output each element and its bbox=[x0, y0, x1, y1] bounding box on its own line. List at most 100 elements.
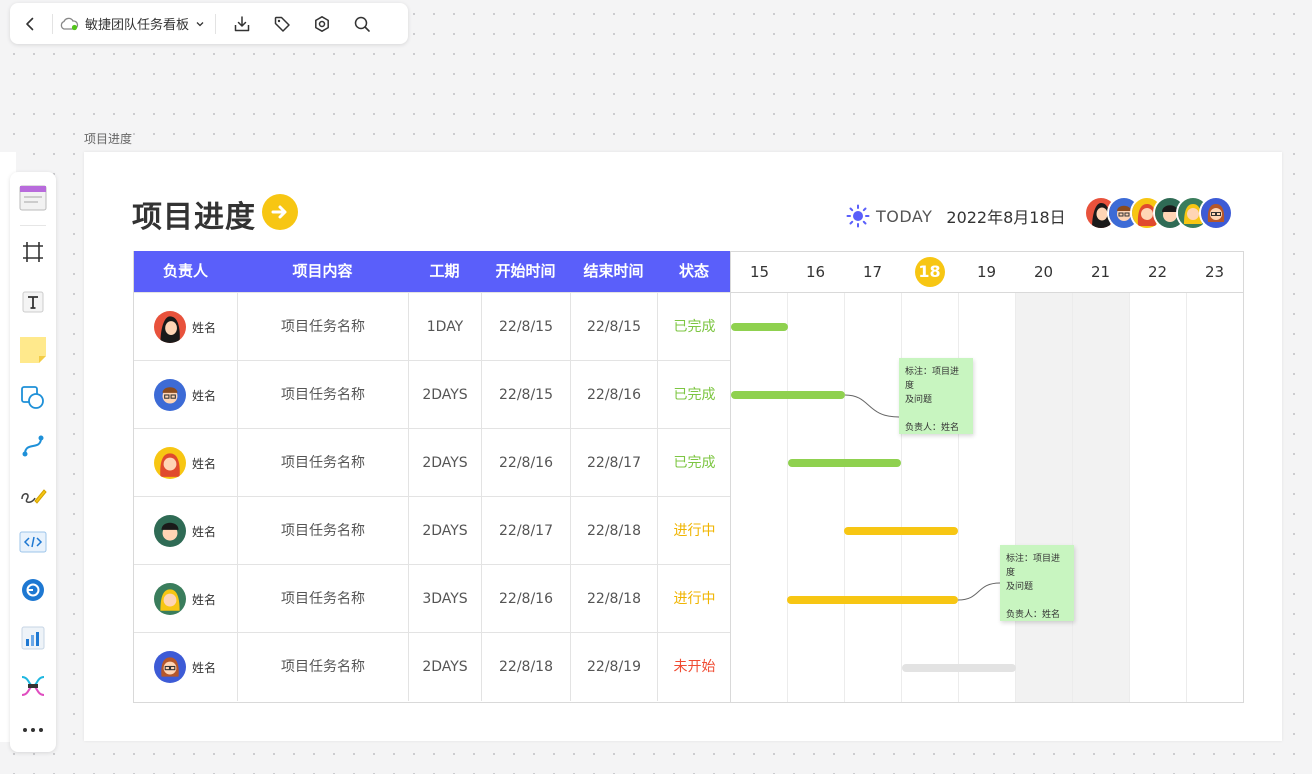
text-icon bbox=[22, 291, 44, 313]
avatar bbox=[154, 515, 186, 547]
duration: 2DAYS bbox=[408, 361, 481, 429]
cloud-sync-icon bbox=[60, 17, 79, 30]
owner-name: 姓名 bbox=[192, 320, 217, 335]
end-date: 22/8/17 bbox=[570, 429, 657, 497]
chart-tool[interactable] bbox=[10, 618, 56, 658]
avatar bbox=[154, 379, 186, 411]
note-text: 标注：项目进度 bbox=[1006, 554, 1061, 578]
task-name: 项目任务名称 bbox=[237, 361, 408, 429]
duration: 3DAYS bbox=[408, 565, 481, 633]
diagram-tool[interactable] bbox=[10, 666, 56, 706]
end-date: 22/8/15 bbox=[570, 293, 657, 361]
owner-name: 姓名 bbox=[192, 660, 217, 675]
diagram-icon bbox=[21, 676, 45, 696]
duration: 2DAYS bbox=[408, 497, 481, 565]
task-name: 项目任务名称 bbox=[237, 497, 408, 565]
export-button[interactable] bbox=[222, 3, 262, 44]
avatar bbox=[1199, 196, 1233, 230]
column-header: 开始时间 bbox=[495, 262, 556, 280]
column-header: 工期 bbox=[429, 262, 460, 280]
back-icon bbox=[26, 17, 34, 30]
note-text: 及问题 bbox=[1006, 582, 1034, 592]
sticky-note[interactable]: 标注：项目进度 及问题 负责人：姓名 bbox=[899, 358, 973, 434]
sun-icon bbox=[846, 204, 870, 228]
status: 已完成 bbox=[657, 293, 731, 361]
page-title: 项目进度 bbox=[132, 200, 256, 235]
owner-name: 姓名 bbox=[192, 592, 217, 607]
owner-cell: 姓名 bbox=[134, 429, 237, 497]
settings-button[interactable] bbox=[302, 3, 342, 44]
note-owner: 负责人：姓名 bbox=[1006, 610, 1061, 620]
tag-icon bbox=[274, 16, 290, 32]
avatar bbox=[154, 447, 186, 479]
table-row[interactable]: 姓名 项目任务名称 1DAY 22/8/15 22/8/15 已完成 bbox=[134, 292, 731, 361]
template-tool[interactable] bbox=[10, 178, 56, 218]
connector-icon bbox=[22, 435, 44, 457]
avatar bbox=[154, 311, 186, 343]
tag-button[interactable] bbox=[262, 3, 302, 44]
left-toolbar bbox=[10, 172, 56, 752]
embed-tool[interactable] bbox=[10, 522, 56, 562]
owner-name: 姓名 bbox=[192, 388, 217, 403]
column-header: 项目内容 bbox=[292, 262, 353, 280]
end-date: 22/8/18 bbox=[570, 565, 657, 633]
frame-label[interactable]: 项目进度 bbox=[84, 130, 132, 147]
top-toolbar: 敏捷团队任务看板 bbox=[10, 3, 408, 44]
owner-cell: 姓名 bbox=[134, 293, 237, 361]
text-tool[interactable] bbox=[10, 282, 56, 322]
board-title-dropdown[interactable]: 敏捷团队任务看板 bbox=[59, 14, 213, 33]
sticky-note-icon bbox=[20, 337, 46, 363]
search-button[interactable] bbox=[342, 3, 382, 44]
shape-tool[interactable] bbox=[10, 378, 56, 418]
note-text: 标注：项目进度 bbox=[905, 367, 960, 391]
sticky-note-tool[interactable] bbox=[10, 330, 56, 370]
note-owner: 负责人：姓名 bbox=[905, 423, 960, 433]
owner-cell: 姓名 bbox=[134, 565, 237, 633]
status: 进行中 bbox=[657, 565, 731, 633]
table-row[interactable]: 姓名 项目任务名称 2DAYS 22/8/17 22/8/18 进行中 bbox=[134, 496, 731, 565]
status: 已完成 bbox=[657, 361, 731, 429]
today-label: TODAY bbox=[876, 206, 933, 226]
mindmap-tool[interactable] bbox=[10, 570, 56, 610]
note-text: 及问题 bbox=[905, 395, 933, 405]
more-tools-button[interactable] bbox=[10, 710, 56, 750]
board-title: 敏捷团队任务看板 bbox=[85, 18, 190, 33]
end-date: 22/8/19 bbox=[570, 633, 657, 701]
task-name: 项目任务名称 bbox=[237, 633, 408, 701]
sticky-note[interactable]: 标注：项目进度 及问题 负责人：姓名 bbox=[1000, 545, 1074, 621]
task-name: 项目任务名称 bbox=[237, 429, 408, 497]
owner-cell: 姓名 bbox=[134, 633, 237, 701]
today-indicator: TODAY 2022年8月18日 bbox=[846, 204, 1066, 228]
back-button[interactable] bbox=[10, 3, 50, 44]
table-header: 负责人 项目内容 工期 开始时间 结束时间 状态 bbox=[134, 251, 731, 292]
table-row[interactable]: 姓名 项目任务名称 3DAYS 22/8/16 22/8/18 进行中 bbox=[134, 564, 731, 633]
avatar bbox=[154, 651, 186, 683]
frame-tool[interactable] bbox=[10, 232, 56, 272]
note-connectors bbox=[844, 394, 1001, 601]
mindmap-icon bbox=[22, 579, 44, 601]
today-date: 2022年8月18日 bbox=[946, 208, 1066, 227]
table-row[interactable]: 姓名 项目任务名称 2DAYS 22/8/15 22/8/16 已完成 bbox=[134, 360, 731, 429]
status: 已完成 bbox=[657, 429, 731, 497]
pen-tool[interactable] bbox=[10, 474, 56, 514]
chevron-down-icon bbox=[196, 21, 204, 26]
pen-icon bbox=[21, 489, 47, 504]
toolbar-divider bbox=[215, 13, 217, 34]
table-row[interactable]: 姓名 项目任务名称 2DAYS 22/8/18 22/8/19 未开始 bbox=[134, 632, 731, 702]
owner-cell: 姓名 bbox=[134, 361, 237, 429]
start-date: 22/8/15 bbox=[481, 361, 570, 429]
template-icon bbox=[19, 185, 47, 211]
settings-icon bbox=[315, 15, 329, 32]
end-date: 22/8/18 bbox=[570, 497, 657, 565]
start-date: 22/8/16 bbox=[481, 565, 570, 633]
status: 进行中 bbox=[657, 497, 731, 565]
start-date: 22/8/16 bbox=[481, 429, 570, 497]
connector-tool[interactable] bbox=[10, 426, 56, 466]
start-date: 22/8/18 bbox=[481, 633, 570, 701]
task-name: 项目任务名称 bbox=[237, 565, 408, 633]
owner-name: 姓名 bbox=[192, 456, 217, 471]
task-name: 项目任务名称 bbox=[237, 293, 408, 361]
duration: 2DAYS bbox=[408, 633, 481, 701]
task-table: 负责人 项目内容 工期 开始时间 结束时间 状态 姓名 项目任务名称 1DAY … bbox=[133, 251, 731, 703]
table-row[interactable]: 姓名 项目任务名称 2DAYS 22/8/16 22/8/17 已完成 bbox=[134, 428, 731, 497]
